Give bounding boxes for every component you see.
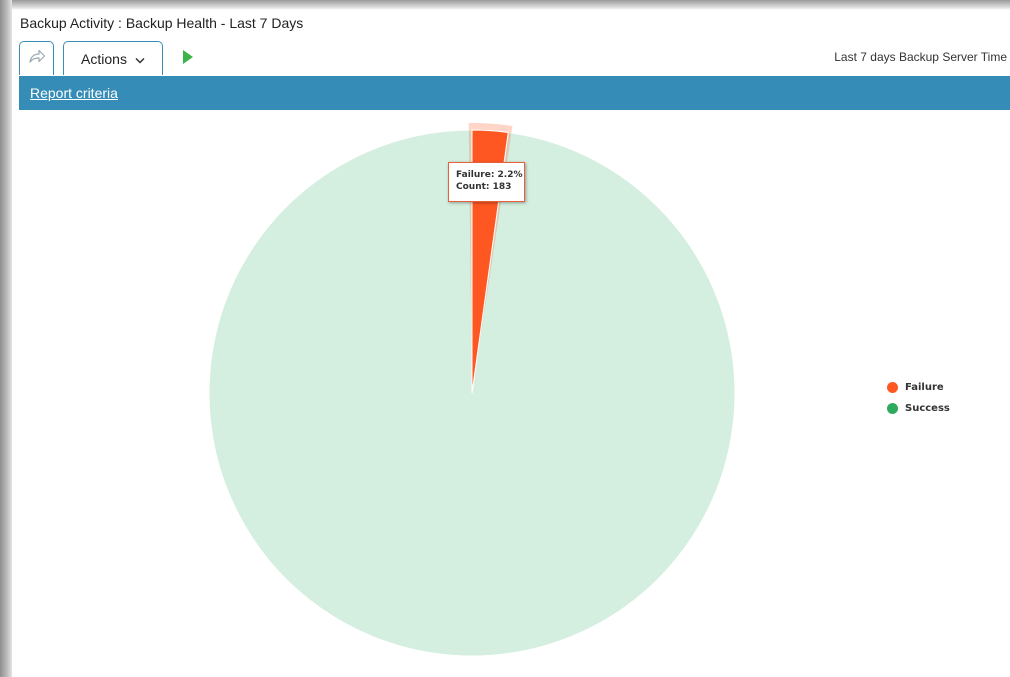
share-arrow-icon	[28, 49, 46, 68]
window-frame-top	[0, 0, 1010, 10]
report-criteria-link[interactable]: Report criteria	[30, 85, 118, 101]
report-criteria-bar: Report criteria	[19, 76, 1010, 110]
actions-dropdown[interactable]: Actions	[63, 41, 163, 75]
legend-item-success[interactable]: Success	[887, 398, 950, 419]
page-title: Backup Activity : Backup Health - Last 7…	[20, 15, 304, 31]
tooltip-line-percent: Failure: 2.2%	[456, 170, 523, 180]
tooltip-line-count: Count: 183	[456, 182, 512, 192]
legend-label-failure: Failure	[905, 382, 944, 393]
chart-tooltip: Failure: 2.2% Count: 183	[448, 162, 525, 202]
legend-dot-success	[887, 403, 898, 414]
legend-item-failure[interactable]: Failure	[887, 377, 950, 398]
time-range-label: Last 7 days Backup Server Time	[834, 50, 1007, 64]
legend-label-success: Success	[905, 403, 950, 414]
play-icon	[182, 49, 194, 70]
share-button[interactable]	[19, 41, 54, 75]
chart-legend: Failure Success	[887, 377, 950, 419]
run-report-button[interactable]	[180, 49, 196, 70]
legend-dot-failure	[887, 382, 898, 393]
actions-label: Actions	[81, 50, 127, 67]
chevron-down-icon	[135, 51, 145, 67]
